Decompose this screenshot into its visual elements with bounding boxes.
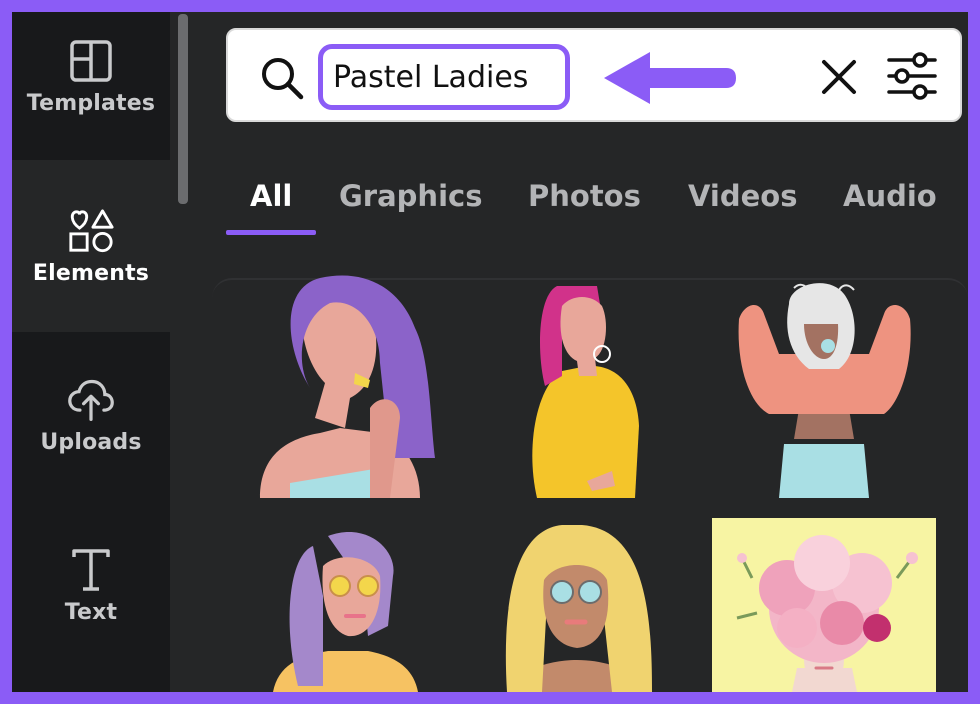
active-tab-indicator (226, 230, 316, 235)
search-bar (226, 28, 962, 122)
result-thumbnail[interactable] (734, 274, 916, 498)
sidebar-item-elements[interactable]: Elements (12, 162, 170, 330)
result-tabs: All Graphics Photos Videos Audio (226, 160, 968, 250)
tab-all[interactable]: All (250, 160, 292, 232)
result-thumbnail[interactable] (230, 268, 442, 498)
sidebar-item-uploads[interactable]: Uploads (12, 330, 170, 500)
tab-graphics[interactable]: Graphics (339, 160, 482, 232)
result-thumbnail[interactable] (482, 520, 672, 692)
sidebar-item-label: Elements (32, 260, 150, 286)
search-input[interactable] (333, 59, 563, 95)
search-query-highlight (318, 44, 570, 110)
templates-icon (67, 37, 115, 85)
tab-videos[interactable]: Videos (688, 160, 798, 232)
text-icon (67, 546, 115, 594)
sidebar-item-text[interactable]: Text (12, 500, 170, 670)
result-thumbnail-photo[interactable] (712, 518, 936, 692)
sidebar-item-templates[interactable]: Templates (12, 12, 170, 160)
arrow-left-icon (598, 48, 738, 108)
app-frame: Templates Elements Uploads Text Pastel L… (12, 12, 968, 692)
result-thumbnail[interactable] (268, 516, 428, 692)
tab-photos[interactable]: Photos (528, 160, 641, 232)
panel-scrollbar[interactable] (178, 14, 188, 204)
result-thumbnail[interactable] (517, 276, 647, 498)
search-icon[interactable] (258, 54, 306, 102)
filter-sliders-icon[interactable] (886, 50, 938, 102)
elements-icon (67, 207, 115, 255)
close-icon[interactable] (818, 56, 860, 98)
sidebar-item-label: Uploads (40, 429, 142, 455)
upload-cloud-icon (67, 376, 115, 424)
sidebar-item-label: Templates (26, 90, 156, 116)
sidebar-item-label: Text (64, 599, 118, 625)
tab-audio[interactable]: Audio (843, 160, 937, 232)
